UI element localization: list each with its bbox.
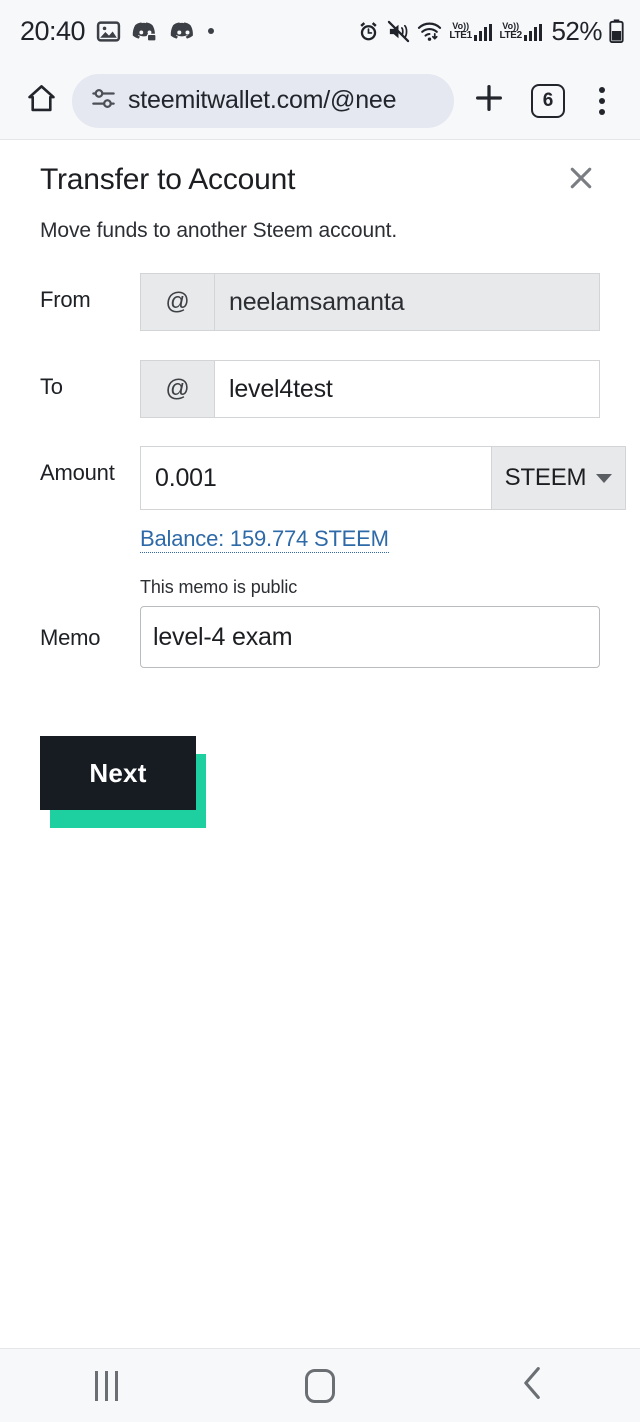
plus-icon — [472, 81, 506, 120]
close-button[interactable] — [564, 161, 598, 195]
amount-input-group: STEEM — [140, 446, 626, 510]
new-tab-button[interactable] — [460, 81, 518, 120]
home-button[interactable] — [14, 82, 68, 120]
page-subtitle: Move funds to another Steem account. — [40, 219, 398, 242]
to-label: To — [40, 374, 63, 399]
signal-lte2-icon: Vo)) LTE2 — [499, 21, 543, 41]
status-clock: 20:40 — [20, 15, 86, 46]
currency-selected-label: STEEM — [504, 464, 587, 491]
browser-menu-button[interactable] — [578, 86, 626, 115]
from-label: From — [40, 287, 91, 312]
status-bar-left: 20:40 — [20, 15, 215, 47]
phone-screen: 20:40 Vo)) LTE1 Vo)) LTE2 52% steemitwal… — [0, 0, 640, 1422]
home-icon — [25, 82, 58, 120]
currency-select[interactable]: STEEM — [492, 446, 626, 510]
tab-switcher-button[interactable]: 6 — [518, 83, 578, 118]
photo-icon — [96, 19, 121, 44]
back-button[interactable] — [458, 1349, 608, 1422]
to-row: To @ — [0, 360, 640, 418]
page-header: Transfer to Account Move funds to anothe… — [0, 141, 640, 243]
to-username-input[interactable] — [214, 360, 600, 418]
at-prefix-icon: @ — [140, 360, 214, 418]
home-icon — [304, 1368, 335, 1403]
memo-input[interactable] — [140, 606, 600, 668]
discord-icon — [170, 21, 197, 42]
wifi-icon — [417, 20, 442, 43]
amount-label: Amount — [40, 460, 115, 485]
memo-row: Memo This memo is public — [0, 577, 640, 668]
browser-toolbar: steemitwallet.com/@nee 6 — [0, 62, 640, 140]
alarm-icon — [357, 20, 380, 43]
amount-input[interactable] — [140, 446, 492, 510]
transfer-form: From @ To @ — [0, 273, 640, 828]
close-icon — [570, 167, 592, 189]
page-title: Transfer to Account — [40, 163, 296, 196]
battery-icon — [609, 19, 624, 43]
amount-row: Amount STEEM Balance: 159.774 STEEM — [0, 446, 640, 553]
android-nav-bar — [0, 1348, 640, 1422]
volte1-bottom-label: LTE1 — [449, 29, 472, 41]
status-bar: 20:40 Vo)) LTE1 Vo)) LTE2 52% — [0, 0, 640, 62]
chevron-down-icon — [596, 473, 613, 483]
signal-lte1-icon: Vo)) LTE1 — [449, 21, 493, 41]
from-username-input — [214, 273, 600, 331]
address-bar[interactable]: steemitwallet.com/@nee — [72, 73, 454, 128]
from-row: From @ — [0, 273, 640, 331]
mute-icon — [387, 20, 410, 43]
next-button[interactable]: Next — [40, 736, 196, 810]
recents-button[interactable] — [32, 1349, 182, 1422]
from-input-group: @ — [140, 273, 600, 331]
recents-icon — [95, 1370, 119, 1401]
status-bar-right: Vo)) LTE1 Vo)) LTE2 52% — [357, 16, 624, 47]
kebab-menu-icon — [599, 86, 605, 115]
tab-count-badge: 6 — [531, 83, 565, 118]
tune-icon[interactable] — [90, 85, 117, 117]
url-text: steemitwallet.com/@nee — [128, 86, 397, 114]
memo-label: Memo — [40, 625, 101, 650]
page-content: Transfer to Account Move funds to anothe… — [0, 141, 640, 1348]
submit-button-wrap: Next — [40, 736, 206, 828]
battery-percent-label: 52% — [551, 15, 602, 46]
discord-notification-icon — [132, 21, 159, 42]
dot-icon — [208, 28, 215, 34]
at-prefix-icon: @ — [140, 273, 214, 331]
balance-link[interactable]: Balance: 159.774 STEEM — [140, 526, 389, 553]
to-input-group: @ — [140, 360, 600, 418]
home-nav-button[interactable] — [245, 1349, 395, 1422]
volte2-bottom-label: LTE2 — [499, 29, 522, 41]
back-icon — [519, 1366, 547, 1405]
memo-public-hint: This memo is public — [140, 577, 298, 597]
